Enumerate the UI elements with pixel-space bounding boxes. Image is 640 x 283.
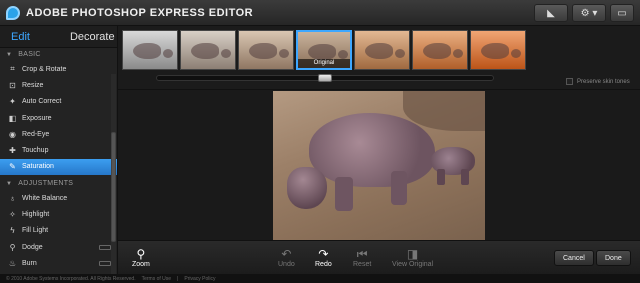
highlight-icon: ✧ bbox=[9, 210, 16, 220]
variation-thumbnail[interactable] bbox=[122, 30, 178, 70]
variation-thumbnail[interactable] bbox=[412, 30, 468, 70]
sidebar-item-label: Auto Correct bbox=[22, 98, 62, 106]
sidebar-item-label: Resize bbox=[22, 81, 44, 89]
compare-icon: ◨ bbox=[406, 247, 419, 261]
sidebar-item-dodge[interactable]: ⚲ Dodge bbox=[0, 239, 117, 255]
section-basic-title: BASIC bbox=[18, 51, 41, 58]
app-title: ADOBE PHOTOSHOP EXPRESS EDITOR bbox=[26, 6, 254, 19]
sidebar-item-label: Saturation bbox=[22, 163, 54, 171]
sidebar-item-label: Burn bbox=[22, 259, 37, 267]
sidebar-item-saturation[interactable]: ✎ Saturation bbox=[0, 158, 117, 176]
sidebar-item-label: Red-Eye bbox=[22, 130, 50, 138]
tab-decorate[interactable]: Decorate bbox=[59, 31, 117, 43]
sidebar-scrollbar[interactable] bbox=[111, 74, 116, 274]
sidebar-item-crop-rotate[interactable]: ⌗ Crop & Rotate bbox=[0, 61, 117, 77]
eye-icon: ◉ bbox=[9, 129, 16, 139]
copyright-text: © 2010 Adobe Systems Incorporated. All R… bbox=[6, 275, 136, 282]
sidebar-item-burn[interactable]: ♨ Burn bbox=[0, 255, 117, 271]
sidebar-item-fill-light[interactable]: ϟ Fill Light bbox=[0, 223, 117, 239]
variation-thumbnail[interactable] bbox=[470, 30, 526, 70]
fullscreen-button[interactable]: ▭ bbox=[610, 4, 634, 22]
sidebar-item-label: Crop & Rotate bbox=[22, 65, 67, 73]
reset-button[interactable]: ⏮ Reset bbox=[353, 247, 371, 268]
sign-out-button[interactable]: ◣ bbox=[534, 4, 568, 22]
view-original-button[interactable]: ◨ View Original bbox=[392, 247, 433, 268]
collapse-triangle-icon: ▼ bbox=[6, 51, 13, 58]
variation-thumbnail-selected[interactable]: Original bbox=[296, 30, 352, 70]
flash-icon: ϟ bbox=[10, 226, 15, 236]
privacy-link[interactable]: Privacy Policy bbox=[184, 276, 215, 282]
brush-size-indicator bbox=[99, 244, 111, 250]
redo-button[interactable]: ↷ Redo bbox=[315, 247, 332, 268]
adobe-logo-icon bbox=[6, 5, 20, 20]
sidebar-item-auto-correct[interactable]: ✦ Auto Correct bbox=[0, 94, 117, 110]
variation-thumbnail[interactable] bbox=[238, 30, 294, 70]
key-icon: ◣ bbox=[547, 7, 555, 19]
sidebar-item-red-eye[interactable]: ◉ Red-Eye bbox=[0, 126, 117, 142]
sidebar-item-label: Highlight bbox=[22, 211, 50, 219]
footer-divider: | bbox=[177, 275, 179, 282]
reset-label: Reset bbox=[353, 261, 372, 268]
saturation-icon: ✎ bbox=[9, 162, 16, 172]
bulb-icon: ♁ bbox=[9, 193, 16, 203]
sidebar-item-label: Exposure bbox=[22, 114, 52, 122]
saturation-slider-handle[interactable] bbox=[318, 74, 332, 82]
redo-icon: ↷ bbox=[318, 247, 329, 261]
sidebar-item-highlight[interactable]: ✧ Highlight bbox=[0, 206, 117, 222]
preserve-skin-tones-option[interactable]: Preserve skin tones bbox=[566, 78, 630, 85]
magic-wand-icon: ✦ bbox=[9, 97, 16, 107]
cancel-button[interactable]: Cancel bbox=[554, 250, 594, 266]
collapse-triangle-icon: ▼ bbox=[6, 180, 13, 187]
magnifier-icon: ⚲ bbox=[136, 247, 146, 261]
crop-icon: ⌗ bbox=[10, 64, 15, 74]
undo-icon: ↶ bbox=[281, 247, 292, 261]
section-adjustments-header[interactable]: ▼ ADJUSTMENTS bbox=[0, 177, 117, 190]
sidebar-scrollbar-thumb[interactable] bbox=[111, 132, 116, 242]
undo-button[interactable]: ↶ Undo bbox=[278, 247, 295, 268]
editor-app: ADOBE PHOTOSHOP EXPRESS EDITOR ◣ ⚙ ▾ ▭ E… bbox=[0, 0, 640, 283]
variation-thumbnail[interactable] bbox=[354, 30, 410, 70]
terms-link[interactable]: Terms of Use bbox=[142, 276, 171, 282]
sidebar-item-label: Touchup bbox=[22, 147, 49, 155]
brush-size-indicator bbox=[99, 260, 111, 266]
sidebar-item-label: White Balance bbox=[22, 194, 68, 202]
sidebar-item-label: Fill Light bbox=[22, 227, 49, 235]
variation-thumbnail[interactable] bbox=[180, 30, 236, 70]
bandage-icon: ✚ bbox=[9, 146, 16, 156]
saturation-variations-strip: Original bbox=[122, 30, 534, 74]
title-bar: ADOBE PHOTOSHOP EXPRESS EDITOR ◣ ⚙ ▾ ▭ bbox=[0, 0, 640, 26]
sidebar-item-resize[interactable]: ⊡ Resize bbox=[0, 77, 117, 93]
edited-photo[interactable] bbox=[273, 91, 485, 240]
zoom-label: Zoom bbox=[132, 261, 150, 268]
title-bar-controls: ◣ ⚙ ▾ ▭ bbox=[534, 4, 634, 22]
footer: © 2010 Adobe Systems Incorporated. All R… bbox=[0, 274, 640, 283]
mode-tabs: Edit Decorate bbox=[0, 26, 117, 48]
burn-icon: ♨ bbox=[8, 258, 17, 268]
section-adjustments-title: ADJUSTMENTS bbox=[18, 180, 74, 188]
dodge-icon: ⚲ bbox=[9, 242, 16, 252]
settings-button[interactable]: ⚙ ▾ bbox=[572, 4, 606, 22]
resize-icon: ⊡ bbox=[9, 80, 16, 90]
preserve-skin-tones-checkbox[interactable] bbox=[566, 78, 573, 85]
sidebar-item-exposure[interactable]: ◧ Exposure bbox=[0, 110, 117, 126]
undo-label: Undo bbox=[278, 261, 295, 268]
view-original-label: View Original bbox=[392, 261, 434, 268]
sidebar-item-label: Dodge bbox=[22, 243, 43, 251]
bottom-toolbar: ⚲ Zoom ↶ Undo ↷ Redo ⏮ Reset ◨ View Orig… bbox=[118, 240, 640, 274]
zoom-button[interactable]: ⚲ Zoom bbox=[132, 247, 150, 268]
tab-edit[interactable]: Edit bbox=[0, 31, 41, 43]
preserve-skin-tones-label: Preserve skin tones bbox=[577, 78, 630, 85]
section-basic-header[interactable]: ▼ BASIC bbox=[0, 48, 117, 61]
sidebar-item-white-balance[interactable]: ♁ White Balance bbox=[0, 190, 117, 206]
sidebar: Edit Decorate ▼ BASIC ⌗ Crop & Rotate ⊡ … bbox=[0, 26, 118, 274]
gear-icon: ⚙ ▾ bbox=[580, 7, 598, 19]
exposure-icon: ◧ bbox=[8, 113, 17, 123]
fullscreen-icon: ▭ bbox=[617, 7, 627, 19]
redo-label: Redo bbox=[315, 261, 332, 268]
thumbnail-caption: Original bbox=[298, 59, 350, 68]
done-button[interactable]: Done bbox=[596, 250, 631, 266]
sidebar-item-touchup[interactable]: ✚ Touchup bbox=[0, 142, 117, 158]
reset-icon: ⏮ bbox=[356, 247, 368, 261]
